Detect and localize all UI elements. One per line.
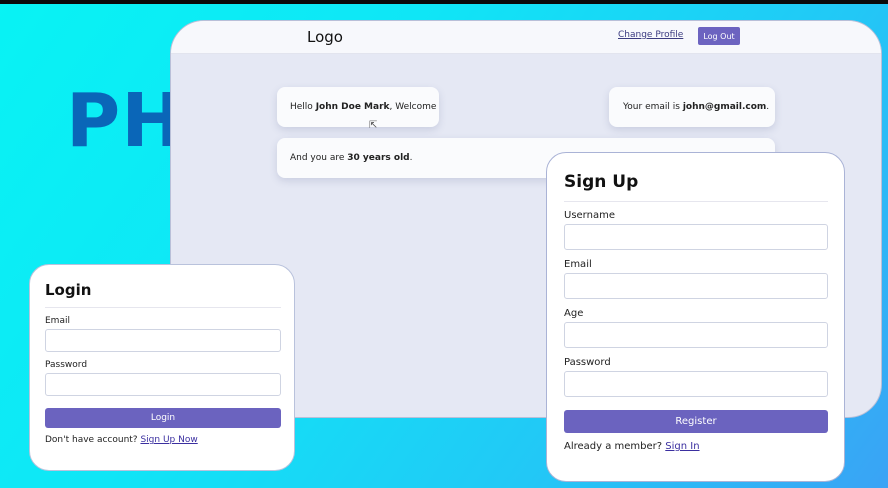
welcome-suffix: , Welcome	[389, 102, 437, 112]
mouse-cursor-icon: ⇱	[369, 120, 378, 131]
signup-title: Sign Up	[564, 172, 639, 192]
signup-username-label: Username	[564, 210, 615, 221]
signup-username-input[interactable]	[564, 224, 828, 250]
signup-password-label: Password	[564, 357, 611, 368]
login-title: Login	[45, 281, 92, 299]
top-border	[0, 0, 888, 4]
welcome-card: Hello John Doe Mark, Welcome	[277, 87, 439, 127]
user-email: john@gmail.com	[682, 102, 767, 112]
logo: Logo	[307, 28, 343, 46]
signup-age-input[interactable]	[564, 322, 828, 348]
age-suffix: .	[409, 153, 413, 163]
sign-up-now-link[interactable]: Sign Up Now	[140, 435, 197, 445]
login-panel: Login Email Password Login Don't have ac…	[29, 264, 295, 471]
signup-panel: Sign Up Username Email Age Password Regi…	[546, 152, 845, 482]
app-header: Logo Change Profile Log Out	[171, 21, 881, 54]
age-prefix: And you are	[290, 153, 348, 163]
login-divider	[45, 307, 281, 308]
login-email-input[interactable]	[45, 329, 281, 352]
signup-divider	[564, 201, 828, 202]
sign-in-link[interactable]: Sign In	[665, 441, 699, 452]
register-button[interactable]: Register	[564, 410, 828, 433]
email-card: Your email is john@gmail.com.	[609, 87, 775, 127]
login-button[interactable]: Login	[45, 408, 281, 428]
signup-age-label: Age	[564, 308, 584, 319]
signup-password-input[interactable]	[564, 371, 828, 397]
signup-footer: Already a member? Sign In	[564, 441, 700, 452]
user-age: 30 years old	[347, 153, 410, 163]
signup-email-input[interactable]	[564, 273, 828, 299]
login-password-label: Password	[45, 360, 88, 370]
change-profile-link[interactable]: Change Profile	[618, 30, 683, 40]
email-prefix: Your email is	[623, 102, 683, 112]
login-footer-text: Don't have account?	[45, 435, 141, 445]
login-footer: Don't have account? Sign Up Now	[45, 435, 198, 445]
login-email-label: Email	[45, 316, 70, 326]
signup-email-label: Email	[564, 259, 592, 270]
login-password-input[interactable]	[45, 373, 281, 396]
signup-footer-text: Already a member?	[564, 441, 666, 452]
logout-button[interactable]: Log Out	[698, 27, 740, 45]
email-suffix: .	[766, 102, 770, 112]
welcome-prefix: Hello	[290, 102, 316, 112]
user-name: John Doe Mark	[315, 102, 390, 112]
